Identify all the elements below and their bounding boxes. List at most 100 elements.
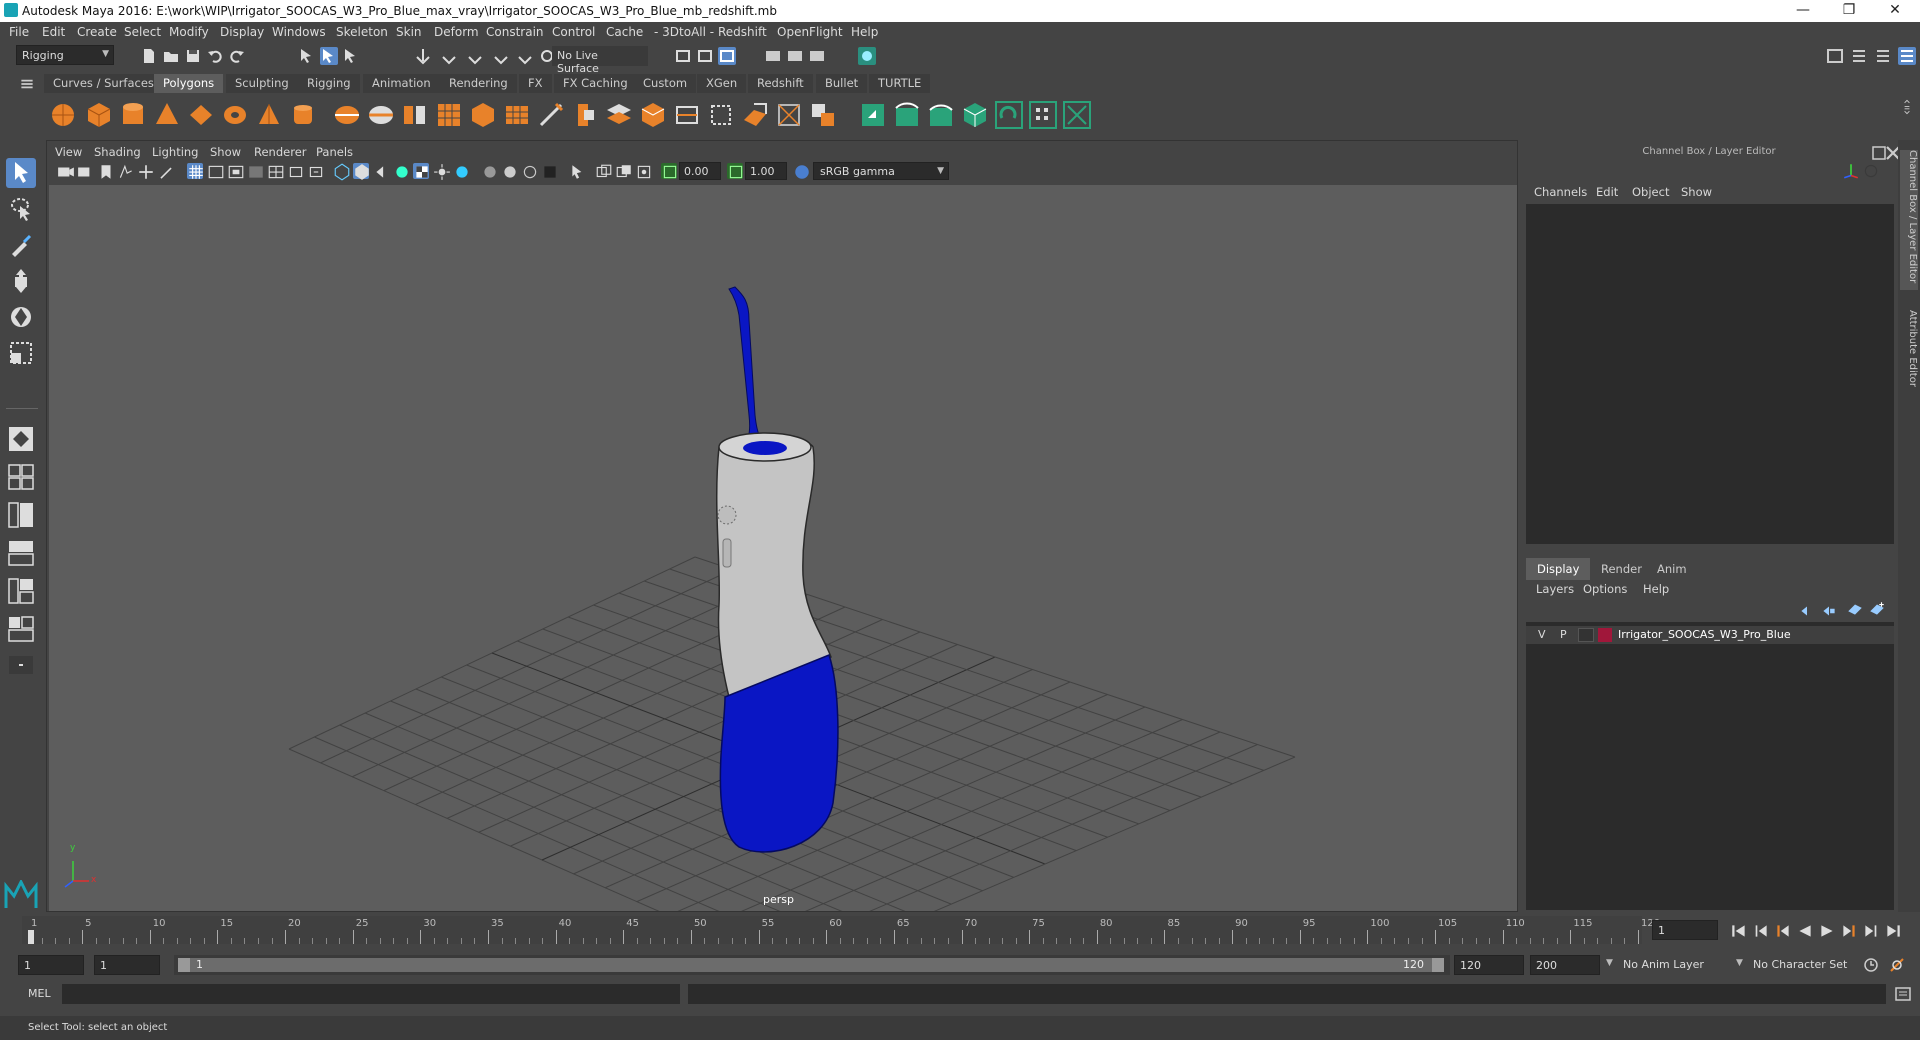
new-scene-icon[interactable]	[140, 47, 158, 65]
use-all-lights-icon[interactable]	[433, 163, 450, 180]
restore-button[interactable]: ❐	[1826, 0, 1872, 22]
textured-icon[interactable]	[413, 163, 429, 179]
wireframe-icon[interactable]	[333, 163, 350, 181]
shelf-tab-fx-caching[interactable]: FX Caching	[554, 74, 637, 93]
layer-tab-anim[interactable]: Anim	[1646, 558, 1698, 580]
auto-key-icon[interactable]	[1862, 956, 1880, 974]
minimize-button[interactable]: —	[1780, 0, 1826, 22]
script-editor-icon[interactable]	[1894, 985, 1912, 1003]
uv-spherical-icon[interactable]	[926, 100, 956, 130]
shelf-menu-icon[interactable]	[18, 75, 34, 91]
bevel-icon[interactable]	[570, 100, 600, 130]
merge-icon[interactable]	[740, 100, 770, 130]
layer-color-swatch[interactable]	[1598, 628, 1612, 642]
smooth-icon[interactable]	[434, 100, 464, 130]
move-layer-up-icon[interactable]	[1798, 602, 1814, 618]
save-scene-icon[interactable]	[184, 47, 202, 65]
menu-display[interactable]: Display	[220, 25, 264, 39]
modeling-toolkit-icon[interactable]	[1826, 47, 1844, 65]
channel-box-toggle-icon[interactable]	[1898, 47, 1916, 65]
motion-blur-icon[interactable]	[501, 163, 517, 179]
exposure-field[interactable]: 0.00	[679, 162, 721, 180]
shelf-tab-animation[interactable]: Animation	[363, 74, 440, 93]
menu-create[interactable]: Create	[77, 25, 117, 39]
step-back-key-icon[interactable]	[1752, 922, 1768, 938]
camera-attributes-icon[interactable]	[77, 163, 93, 179]
channel-menu-show[interactable]: Show	[1681, 185, 1712, 199]
shelf-tab-rigging[interactable]: Rigging	[298, 74, 360, 93]
attribute-editor-toggle-icon[interactable]	[1850, 47, 1868, 65]
outliner-layout-icon[interactable]	[6, 500, 36, 530]
shelf-tab-curves-surfaces[interactable]: Curves / Surfaces	[44, 74, 163, 93]
image-plane-icon[interactable]	[117, 163, 133, 179]
uv-planar-icon[interactable]	[858, 100, 888, 130]
viewport-3d[interactable]: y x persp	[49, 185, 1517, 911]
field-chart-icon[interactable]	[267, 163, 284, 179]
menu-constrain[interactable]: Constrain	[486, 25, 544, 39]
uv-editor-icon[interactable]	[1062, 100, 1092, 130]
range-start-grip[interactable]	[178, 958, 190, 972]
go-to-end-icon[interactable]	[1884, 922, 1900, 938]
render-frame-icon[interactable]	[764, 47, 782, 65]
layer-tab-display[interactable]: Display	[1526, 558, 1591, 580]
undo-icon[interactable]	[206, 47, 224, 65]
shelf-scroll-icon[interactable]	[1898, 98, 1912, 128]
target-weld-icon[interactable]	[774, 100, 804, 130]
range-slider-handle[interactable]: 1 120	[178, 958, 1444, 972]
menu-select[interactable]: Select	[124, 25, 161, 39]
poly-torus-icon[interactable]	[220, 100, 250, 130]
extract-icon[interactable]	[400, 100, 430, 130]
hypershade-layout-icon[interactable]	[6, 576, 36, 606]
viewport-menu-renderer[interactable]: Renderer	[254, 145, 307, 159]
menu-skeleton[interactable]: Skeleton	[336, 25, 388, 39]
shelf-tab-polygons[interactable]: Polygons	[154, 74, 224, 93]
layer-visibility-toggle[interactable]: V	[1538, 628, 1546, 641]
current-frame-field[interactable]: 1	[1652, 920, 1718, 940]
layer-menu-options[interactable]: Options	[1583, 582, 1627, 596]
make-live-icon[interactable]	[516, 47, 534, 65]
render-settings-icon[interactable]	[808, 47, 826, 65]
open-scene-icon[interactable]	[162, 47, 180, 65]
gamma-field[interactable]: 1.00	[745, 162, 787, 180]
close-button[interactable]: ✕	[1872, 0, 1918, 22]
lasso-tool-icon[interactable]	[6, 194, 36, 224]
redo-icon[interactable]	[228, 47, 246, 65]
new-layer-selected-icon[interactable]	[1868, 600, 1884, 616]
menu-3dtoall[interactable]: - 3DtoAll -	[654, 25, 714, 39]
shelf-tab-fx[interactable]: FX	[519, 74, 552, 93]
viewport-menu-view[interactable]: View	[55, 145, 82, 159]
menu-control[interactable]: Control	[552, 25, 595, 39]
speed-icon[interactable]	[1862, 162, 1878, 178]
camera-select-icon[interactable]	[57, 163, 74, 179]
tool-settings-toggle-icon[interactable]	[1874, 47, 1892, 65]
multi-cut-icon[interactable]	[536, 100, 566, 130]
isolate-select-icon[interactable]	[569, 163, 585, 179]
step-forward-frame-icon[interactable]	[1840, 922, 1856, 938]
gamma-icon[interactable]	[727, 163, 743, 179]
character-set-dropdown[interactable]: ▼ No Character Set	[1736, 955, 1860, 975]
wireframe-on-shaded-icon[interactable]	[393, 163, 409, 179]
channel-menu-edit[interactable]: Edit	[1596, 185, 1618, 199]
channel-menu-object[interactable]: Object	[1632, 185, 1669, 199]
playback-end-field[interactable]: 120	[1454, 955, 1524, 975]
script-editor-layout-icon[interactable]	[6, 614, 36, 644]
menu-help[interactable]: Help	[851, 25, 878, 39]
menu-redshift[interactable]: Redshift	[718, 25, 767, 39]
command-input[interactable]	[62, 984, 680, 1004]
channel-box-body[interactable]	[1526, 204, 1894, 544]
screen-space-ao-icon[interactable]	[481, 163, 497, 179]
float-panel-icon[interactable]	[1870, 144, 1886, 160]
viewport-menu-show[interactable]: Show	[210, 145, 241, 159]
shelf-tab-xgen[interactable]: XGen	[697, 74, 747, 93]
two-d-pan-zoom-icon[interactable]	[137, 163, 153, 179]
range-slider-track[interactable]: 1 120	[174, 955, 1450, 975]
menu-skin[interactable]: Skin	[396, 25, 422, 39]
manipulator-icon[interactable]	[1842, 162, 1859, 179]
xray-active-components-icon[interactable]	[615, 163, 631, 179]
select-hierarchy-icon[interactable]	[298, 47, 316, 65]
safe-title-icon[interactable]	[307, 163, 323, 179]
close-panel-icon[interactable]	[1884, 144, 1900, 160]
layer-name[interactable]: Irrigator_SOOCAS_W3_Pro_Blue	[1618, 628, 1791, 641]
bookmark-icon[interactable]	[97, 163, 113, 179]
shelf-tab-sculpting[interactable]: Sculpting	[226, 74, 298, 93]
